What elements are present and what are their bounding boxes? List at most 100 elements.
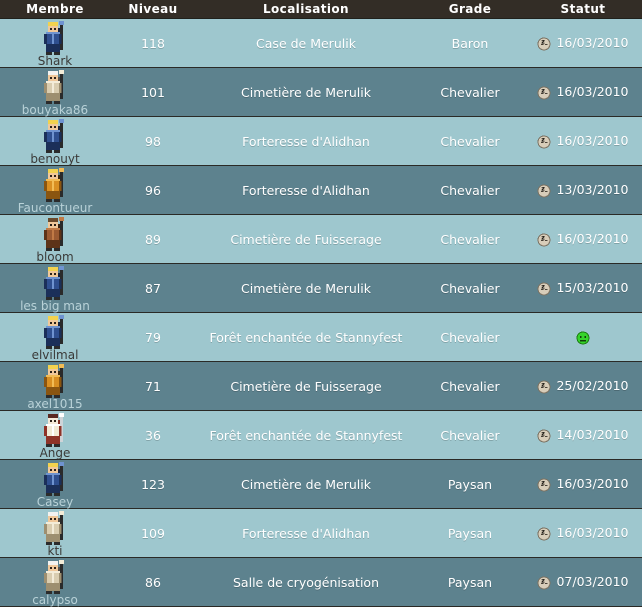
- member-cell[interactable]: Shark: [0, 19, 110, 68]
- svg-text:z: z: [542, 283, 546, 290]
- avatar-sprite: [44, 413, 64, 448]
- member-location: Forteresse d'Alidhan: [242, 134, 370, 149]
- member-cell[interactable]: les big man: [0, 264, 110, 313]
- member-grade: Chevalier: [440, 85, 500, 100]
- status-date: 16/03/2010: [556, 133, 629, 149]
- member-status: z 25/02/2010: [524, 362, 642, 411]
- sleeping-face-icon[interactable]: z: [537, 86, 551, 100]
- sleeping-face-icon[interactable]: z: [537, 37, 551, 51]
- member-status: z 16/03/2010: [524, 509, 642, 558]
- table-row[interactable]: kti 109 Forteresse d'Alidhan Paysan z 16/03…: [0, 509, 642, 558]
- online-smiley-icon[interactable]: [576, 331, 590, 345]
- sleeping-face-icon[interactable]: z: [537, 527, 551, 541]
- column-header-statut[interactable]: Statut: [524, 0, 642, 19]
- member-location: Cimetière de Merulik: [241, 281, 371, 296]
- table-header: Membre Niveau Localisation Grade Statut: [0, 0, 642, 19]
- member-cell[interactable]: elvilmal: [0, 313, 110, 362]
- avatar-sprite: [44, 217, 64, 252]
- member-location: Forteresse d'Alidhan: [242, 183, 370, 198]
- member-cell[interactable]: benouyt: [0, 117, 110, 166]
- svg-text:z: z: [542, 38, 546, 45]
- member-status: z 16/03/2010: [524, 215, 642, 264]
- member-location: Cimetière de Merulik: [241, 477, 371, 492]
- member-level: 118: [141, 36, 165, 51]
- status-date: 13/03/2010: [556, 182, 629, 198]
- member-cell[interactable]: bloom: [0, 215, 110, 264]
- sleeping-face-icon[interactable]: z: [537, 282, 551, 296]
- table-row[interactable]: bloom 89 Cimetière de Fuisserage Chevalier …: [0, 215, 642, 264]
- member-username[interactable]: kti: [0, 545, 110, 558]
- member-username[interactable]: bloom: [0, 251, 110, 264]
- column-header-grade[interactable]: Grade: [416, 0, 524, 19]
- avatar-sprite: [44, 168, 64, 203]
- avatar-sprite: [44, 70, 64, 105]
- table-row[interactable]: Faucontueur 96 Forteresse d'Alidhan Chevali…: [0, 166, 642, 215]
- member-status: z 07/03/2010: [524, 558, 642, 607]
- member-level: 87: [145, 281, 161, 296]
- member-username[interactable]: benouyt: [0, 153, 110, 166]
- member-cell[interactable]: Casey: [0, 460, 110, 509]
- member-username[interactable]: Faucontueur: [0, 202, 110, 215]
- svg-text:z: z: [542, 430, 546, 437]
- member-level: 36: [145, 428, 161, 443]
- member-username[interactable]: Casey: [0, 496, 110, 509]
- table-row[interactable]: calypso 86 Salle de cryogénisation Paysan z…: [0, 558, 642, 607]
- svg-text:z: z: [542, 381, 546, 388]
- member-username[interactable]: bouyaka86: [0, 104, 110, 117]
- member-level: 86: [145, 575, 161, 590]
- table-row[interactable]: benouyt 98 Forteresse d'Alidhan Chevalier z…: [0, 117, 642, 166]
- table-row[interactable]: Ange 36 Forêt enchantée de Stannyfest Cheva…: [0, 411, 642, 460]
- status-date: 16/03/2010: [556, 231, 629, 247]
- member-cell[interactable]: Faucontueur: [0, 166, 110, 215]
- svg-text:z: z: [542, 528, 546, 535]
- member-location: Case de Merulik: [256, 36, 356, 51]
- member-username[interactable]: elvilmal: [0, 349, 110, 362]
- member-grade: Chevalier: [440, 183, 500, 198]
- member-status: z 15/03/2010: [524, 264, 642, 313]
- table-row[interactable]: Shark 118 Case de Merulik Baron z 16/03/201…: [0, 19, 642, 68]
- member-cell[interactable]: calypso: [0, 558, 110, 607]
- member-grade: Paysan: [447, 575, 493, 590]
- sleeping-face-icon[interactable]: z: [537, 135, 551, 149]
- member-username[interactable]: axel1015: [0, 398, 110, 411]
- member-cell[interactable]: kti: [0, 509, 110, 558]
- member-cell[interactable]: Ange: [0, 411, 110, 460]
- svg-text:z: z: [542, 87, 546, 94]
- member-level: 98: [145, 134, 161, 149]
- table-row[interactable]: bouyaka86 101 Cimetière de Merulik Chevalie…: [0, 68, 642, 117]
- avatar-sprite: [44, 315, 64, 350]
- sleeping-face-icon[interactable]: z: [537, 429, 551, 443]
- member-grade: Chevalier: [440, 428, 500, 443]
- member-grade: Paysan: [447, 477, 493, 492]
- table-row[interactable]: axel1015 71 Cimetière de Fuisserage Chevali…: [0, 362, 642, 411]
- column-header-niveau[interactable]: Niveau: [110, 0, 196, 19]
- member-grade: Chevalier: [440, 232, 500, 247]
- sleeping-face-icon[interactable]: z: [537, 380, 551, 394]
- column-header-membre[interactable]: Membre: [0, 0, 110, 19]
- svg-text:z: z: [542, 185, 546, 192]
- member-cell[interactable]: axel1015: [0, 362, 110, 411]
- member-level: 109: [141, 526, 165, 541]
- member-username[interactable]: Shark: [0, 55, 110, 68]
- member-cell[interactable]: bouyaka86: [0, 68, 110, 117]
- member-grade: Chevalier: [440, 134, 500, 149]
- column-header-localisation[interactable]: Localisation: [196, 0, 416, 19]
- sleeping-face-icon[interactable]: z: [537, 478, 551, 492]
- table-row[interactable]: les big man 87 Cimetière de Merulik Chevali…: [0, 264, 642, 313]
- svg-text:z: z: [542, 577, 546, 584]
- table-row[interactable]: Casey 123 Cimetière de Merulik Paysan z 16/…: [0, 460, 642, 509]
- sleeping-face-icon[interactable]: z: [537, 184, 551, 198]
- member-table-body: Shark 118 Case de Merulik Baron z 16/03/201…: [0, 19, 642, 607]
- member-location: Cimetière de Merulik: [241, 85, 371, 100]
- sleeping-face-icon[interactable]: z: [537, 576, 551, 590]
- member-level: 96: [145, 183, 161, 198]
- avatar-sprite: [44, 266, 64, 301]
- member-username[interactable]: les big man: [0, 300, 110, 313]
- member-username[interactable]: Ange: [0, 447, 110, 460]
- member-grade: Chevalier: [440, 379, 500, 394]
- sleeping-face-icon[interactable]: z: [537, 233, 551, 247]
- status-date: 14/03/2010: [556, 427, 629, 443]
- table-row[interactable]: elvilmal 79 Forêt enchantée de Stannyfest C…: [0, 313, 642, 362]
- svg-text:z: z: [542, 234, 546, 241]
- member-level: 79: [145, 330, 161, 345]
